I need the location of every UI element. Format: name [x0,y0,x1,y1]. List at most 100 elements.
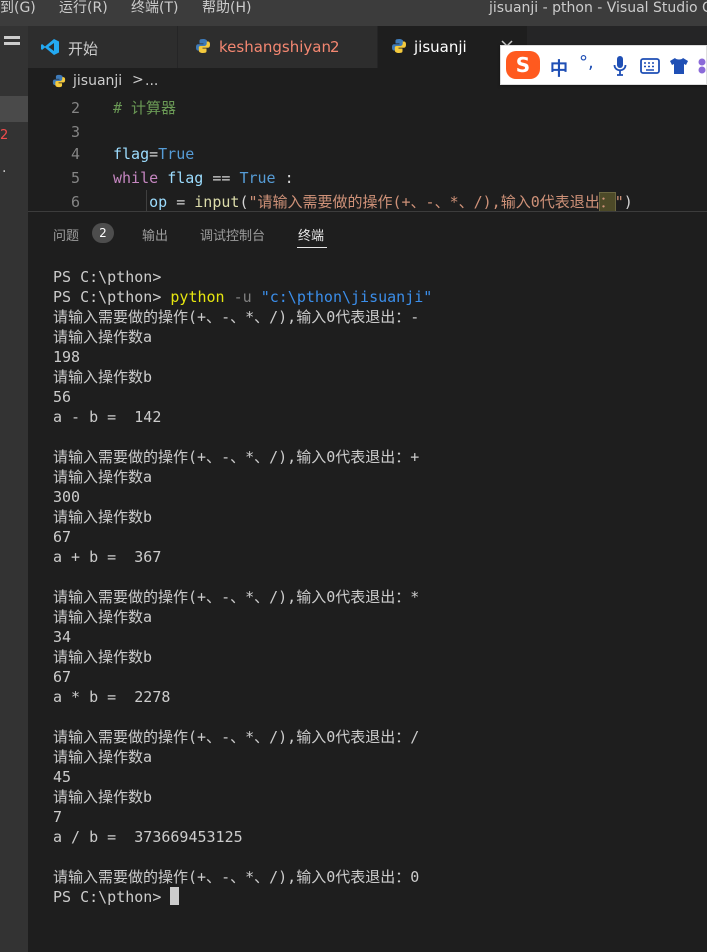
menu-help[interactable]: 帮助(H) [202,0,251,20]
terminal-line: 56 [53,388,72,406]
menu-terminal[interactable]: 终端(T) [131,0,178,20]
microphone-icon[interactable] [613,55,627,77]
breadcrumb-more[interactable]: ... [145,73,158,89]
tab-terminal[interactable]: 终端 [298,225,324,244]
indent-guide [146,190,147,211]
problems-badge: 2 [92,223,114,243]
code-token: True [158,145,195,163]
terminal-line: a / b = 373669453125 [53,828,243,846]
menu-goto[interactable]: 转到(G) [0,0,36,20]
code-line-4: flag=True [113,142,194,166]
terminal-line: 请输入操作数a [53,468,153,486]
terminal-line: a * b = 2278 [53,688,171,706]
terminal-line: 请输入需要做的操作(+、-、*、/),输入0代表退出：+ [53,448,420,466]
terminal-line: 请输入操作数a [53,328,153,346]
python-icon [392,39,406,53]
code-editor[interactable]: 2 3 4 5 6 # 计算器 flag=True while flag == … [28,96,707,211]
tab-problems-count: 2 [330,38,340,56]
title-bar: 转到(G) 运行(R) 终端(T) 帮助(H) jisuanji - pthon… [0,0,707,26]
terminal-line: 请输入操作数b [53,648,153,666]
terminal-line: 请输入需要做的操作(+、-、*、/),输入0代表退出：0 [53,868,420,886]
tab-start-label: 开始 [68,40,99,58]
highlighted-token: ： [598,192,616,211]
code-line-6: op = input("请输入需要做的操作(+、-、*、/),输入0代表退出："… [113,190,633,211]
code-token: == [203,169,240,187]
vscode-logo-icon [41,39,59,55]
terminal-line: 67 [53,528,72,546]
code-token: input [194,193,240,211]
tab-keshangshiyan[interactable]: keshangshiyan 2 [178,26,378,68]
line-number: 2 [70,99,80,117]
code-token: : [275,169,294,187]
line-number: 6 [70,193,80,211]
terminal-line: 请输入操作数a [53,608,153,626]
code-token: while [113,169,159,187]
active-tab-indicator [297,247,327,248]
terminal-line: 34 [53,628,72,646]
files-icon[interactable] [4,36,20,39]
terminal-line: 请输入操作数b [53,368,153,386]
ime-punct-toggle[interactable]: °, [579,52,594,73]
breadcrumb-file[interactable]: jisuanji [73,73,122,89]
skin-shirt-icon[interactable] [669,57,689,75]
terminal-command: python [170,288,225,306]
code-line-2: # 计算器 [113,96,176,120]
terminal-line: 请输入操作数b [53,508,153,526]
terminal-line: 请输入需要做的操作(+、-、*、/),输入0代表退出：* [53,588,420,606]
terminal-line: 198 [53,348,81,366]
code-token: True [239,169,276,187]
terminal-line: a + b = 367 [53,548,162,566]
python-icon [196,39,210,53]
code-comment: # 计算器 [113,99,177,117]
keyboard-icon[interactable] [640,58,660,74]
menu-run[interactable]: 运行(R) [59,0,108,20]
tab-keshangshiyan-label: keshangshiyan [219,38,331,56]
line-number: 5 [70,169,80,187]
terminal-line: 请输入需要做的操作(+、-、*、/),输入0代表退出：- [53,308,420,326]
line-number: 4 [70,145,80,163]
code-token: " [614,193,624,211]
toolbox-grid-icon[interactable] [697,58,707,74]
ime-mode-toggle[interactable]: 中 [550,55,568,81]
code-token: flag [113,145,150,163]
terminal-prompt: PS C:\pthon> [53,288,171,306]
window-title: jisuanji - pthon - Visual Studio Code [489,0,707,16]
python-icon [52,74,66,88]
tab-debug-console[interactable]: 调试控制台 [200,225,265,244]
breadcrumb-separator: > [132,72,144,88]
sogou-logo-icon[interactable]: S [506,51,540,79]
code-line-5: while flag == True : [113,166,294,190]
terminal-output[interactable]: PS C:\pthon> PS C:\pthon> python -u "c:\p… [53,267,703,907]
tab-start[interactable]: 开始 [28,26,178,68]
code-token: "请输入需要做的操作(+、-、*、/),输入0代表退出 [248,193,600,211]
terminal-line: 请输入操作数a [53,748,153,766]
activity-problems-badge: 2 [0,128,9,143]
terminal-line: 请输入需要做的操作(+、-、*、/),输入0代表退出：/ [53,728,420,746]
terminal-line: PS C:\pthon> python -u "c:\pthon\jisuanj… [53,287,703,307]
panel-header: 问题 2 输出 调试控制台 终端 [28,212,707,252]
terminal-line: 请输入操作数b [53,788,153,806]
terminal-cursor [170,887,180,905]
terminal-path-arg: "c:\pthon\jisuanji" [260,288,433,306]
terminal-line: a - b = 142 [53,408,162,426]
line-number: 3 [70,123,80,141]
terminal-line: 7 [53,808,63,826]
terminal-line: PS C:\pthon> [53,268,162,286]
activity-dot: . [2,160,7,176]
terminal-flag: -u [224,288,261,306]
terminal-line: PS C:\pthon> [53,887,703,907]
terminal-prompt: PS C:\pthon> [53,888,171,906]
terminal-line: 300 [53,488,81,506]
ime-toolbar[interactable]: S 中 °, [500,45,707,85]
tab-problems[interactable]: 问题 [53,225,79,244]
code-token: = [149,145,159,163]
tab-output[interactable]: 输出 [142,225,168,244]
activity-selected-item[interactable] [0,96,28,122]
terminal-line: 45 [53,768,72,786]
code-token: flag [167,169,204,187]
